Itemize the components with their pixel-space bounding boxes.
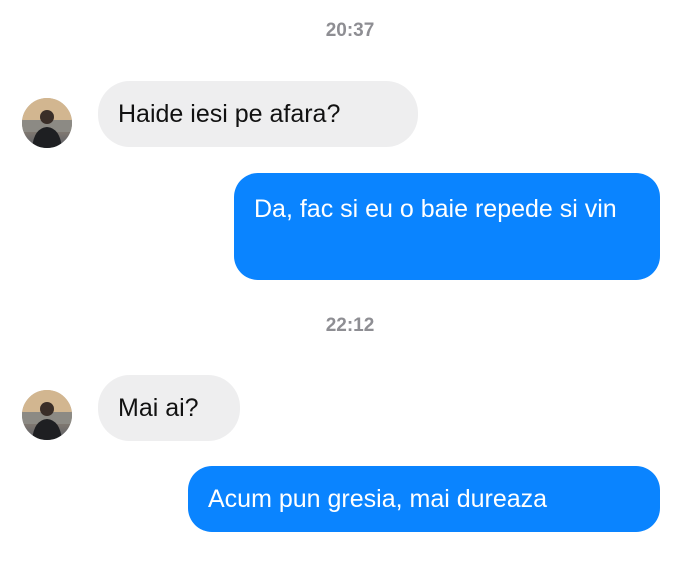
person-photo-avatar-icon	[22, 390, 72, 440]
message-text: Haide iesi pe afara?	[118, 100, 341, 128]
message-text: Mai ai?	[118, 394, 199, 422]
sent-message-bubble[interactable]: Acum pun gresia, mai dureaza	[188, 466, 660, 532]
message-text: Da, fac si eu o baie repede si vin	[254, 195, 617, 223]
message-text: Acum pun gresia, mai dureaza	[208, 485, 548, 513]
received-message-bubble[interactable]: Mai ai?	[98, 375, 240, 441]
person-photo-avatar-icon	[22, 98, 72, 148]
timestamp: 22:12	[325, 315, 375, 336]
contact-avatar[interactable]	[22, 390, 72, 440]
contact-avatar[interactable]	[22, 98, 72, 148]
timestamp: 20:37	[325, 20, 375, 41]
received-message-bubble[interactable]: Haide iesi pe afara?	[98, 81, 418, 147]
sent-message-bubble[interactable]: Da, fac si eu o baie repede si vin	[234, 173, 660, 280]
